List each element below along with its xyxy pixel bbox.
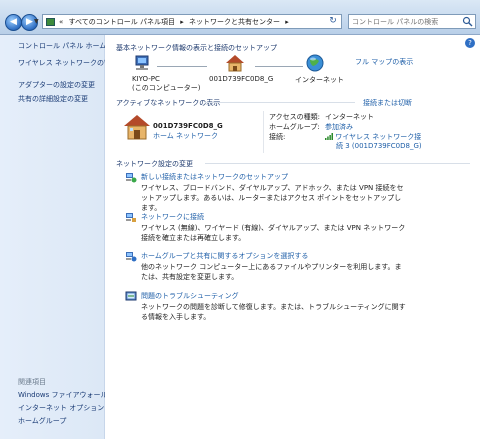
home-network-icon bbox=[226, 55, 244, 72]
homegroup-sharing-icon bbox=[126, 252, 137, 262]
connect-network-icon bbox=[126, 213, 136, 222]
connect-network-desc: ワイヤレス (無線)、ワイヤード (有線)、ダイヤルアップ、または VPN ネッ… bbox=[141, 224, 406, 242]
active-network-name: 001D739FC0D8_G bbox=[153, 122, 223, 130]
back-button[interactable]: ◀ bbox=[5, 14, 22, 31]
map-computer-name: KIYO-PC bbox=[132, 75, 160, 83]
connection-value-link-cont[interactable]: 続 3 (001D739FC0D8_G) bbox=[336, 141, 422, 151]
homegroup-value-link[interactable]: 参加済み bbox=[325, 123, 353, 131]
refresh-icon[interactable]: ↻ bbox=[327, 16, 339, 27]
map-computer-sub: (このコンピューター) bbox=[132, 84, 201, 92]
network-setup-icon bbox=[126, 173, 137, 183]
window: ◀ ▶ ▼ « すべてのコントロール パネル項目 ▸ ネットワークと共有センター… bbox=[0, 0, 480, 439]
computer-icon bbox=[135, 55, 149, 70]
see-also-internet-options[interactable]: インターネット オプション bbox=[18, 404, 104, 413]
map-connector bbox=[157, 66, 207, 67]
connect-network-link[interactable]: ネットワークに接続 bbox=[141, 212, 204, 222]
homegroup-sharing-link[interactable]: ホームグループと共有に関するオプションを選択する bbox=[141, 251, 308, 261]
see-also-firewall[interactable]: Windows ファイアウォール bbox=[18, 391, 107, 400]
setup-connection-link[interactable]: 新しい接続またはネットワークのセットアップ bbox=[141, 172, 288, 182]
connect-disconnect-link[interactable]: 接続または切断 bbox=[363, 98, 412, 108]
search-input[interactable] bbox=[352, 16, 462, 27]
setup-connection-desc: ワイヤレス、ブロードバンド、ダイヤルアップ、アドホック、または VPN 接続をセ… bbox=[141, 184, 404, 212]
connection-value-link[interactable]: ワイヤレス ネットワーク接 bbox=[335, 133, 421, 141]
breadcrumb-network-center[interactable]: ネットワークと共有センター bbox=[189, 18, 280, 26]
sidebar-item-wireless-manage[interactable]: ワイヤレス ネットワークの管理 bbox=[18, 59, 118, 68]
help-icon[interactable]: ? bbox=[465, 38, 475, 48]
see-also-homegroup[interactable]: ホームグループ bbox=[18, 417, 66, 426]
access-type-value: インターネット bbox=[325, 113, 374, 121]
internet-globe-icon bbox=[306, 54, 324, 72]
search-icon[interactable] bbox=[462, 16, 473, 27]
sidebar-item-advanced-sharing[interactable]: 共有の詳細設定の変更 bbox=[18, 95, 88, 104]
address-bar[interactable]: « すべてのコントロール パネル項目 ▸ ネットワークと共有センター ▸ ↻ bbox=[42, 14, 342, 29]
breadcrumb: « すべてのコントロール パネル項目 ▸ ネットワークと共有センター ▸ bbox=[59, 17, 292, 27]
homegroup-sharing-desc: 他のネットワーク コンピューター上にあるファイルやプリンターを利用します。または… bbox=[141, 263, 402, 281]
change-settings-heading: ネットワーク設定の変更 bbox=[116, 160, 193, 168]
control-panel-icon bbox=[46, 18, 55, 26]
homegroup-label: ホームグループ: bbox=[269, 123, 320, 131]
map-internet-label: インターネット bbox=[295, 76, 344, 84]
breadcrumb-all-items[interactable]: すべてのコントロール パネル項目 bbox=[69, 18, 175, 26]
map-connector bbox=[255, 66, 303, 67]
recent-pages-dropdown-icon[interactable]: ▼ bbox=[34, 18, 40, 25]
troubleshoot-desc: ネットワークの問題を診断して修復します。または、トラブルシューティングに関する情… bbox=[141, 303, 406, 321]
sidebar-item-home[interactable]: コントロール パネル ホーム bbox=[18, 42, 106, 51]
troubleshoot-icon bbox=[125, 291, 137, 301]
main-content: ? 基本ネットワーク情報の表示と接続のセットアップ フル マップの表示 KIYO… bbox=[105, 35, 480, 439]
breadcrumb-separator[interactable]: ▸ bbox=[285, 18, 289, 26]
divider bbox=[205, 163, 470, 164]
address-toolbar: ◀ ▶ ▼ « すべてのコントロール パネル項目 ▸ ネットワークと共有センター… bbox=[0, 0, 480, 35]
sidebar: コントロール パネル ホーム ワイヤレス ネットワークの管理 アダプターの設定の… bbox=[0, 35, 118, 439]
connection-label: 接続: bbox=[269, 133, 286, 141]
wireless-signal-icon bbox=[325, 133, 333, 140]
breadcrumb-separator[interactable]: ▸ bbox=[180, 18, 184, 26]
access-type-row: アクセスの種類: インターネット bbox=[269, 112, 374, 122]
home-network-icon bbox=[124, 115, 150, 140]
search-box[interactable] bbox=[348, 14, 476, 29]
sidebar-item-adapter-settings[interactable]: アダプターの設定の変更 bbox=[18, 81, 95, 90]
homegroup-row: ホームグループ: 参加済み bbox=[269, 122, 353, 132]
access-type-label: アクセスの種類: bbox=[269, 113, 321, 121]
network-type-link[interactable]: ホーム ネットワーク bbox=[153, 131, 218, 141]
breadcrumb-overflow[interactable]: « bbox=[59, 18, 63, 26]
map-network-label: 001D739FC0D8_G bbox=[209, 75, 274, 83]
active-networks-heading: アクティブなネットワークの表示 bbox=[116, 99, 221, 107]
page-title: 基本ネットワーク情報の表示と接続のセットアップ bbox=[116, 44, 277, 52]
divider bbox=[263, 111, 264, 153]
see-also-heading: 関連項目 bbox=[18, 378, 46, 386]
map-computer-label: KIYO-PC (このコンピューター) bbox=[132, 75, 200, 93]
divider bbox=[205, 102, 355, 103]
full-map-link[interactable]: フル マップの表示 bbox=[355, 57, 413, 67]
troubleshoot-link[interactable]: 問題のトラブルシューティング bbox=[141, 291, 239, 301]
